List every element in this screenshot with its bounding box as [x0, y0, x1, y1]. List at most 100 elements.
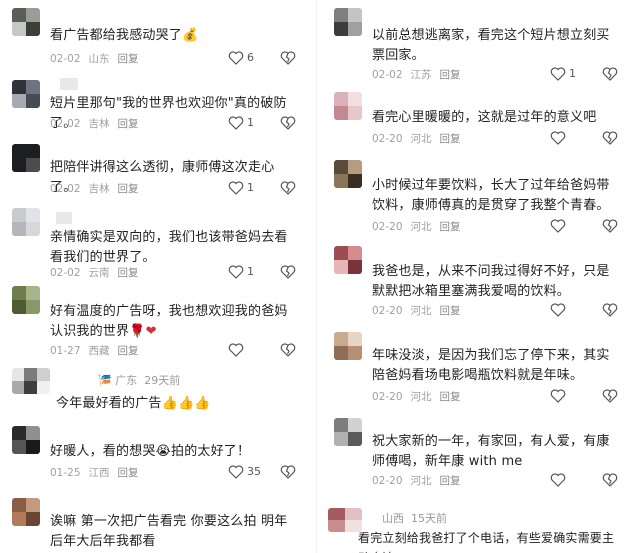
broken-heart-icon[interactable]: [280, 343, 296, 357]
avatar[interactable]: [334, 332, 362, 360]
avatar[interactable]: [12, 286, 40, 314]
reply-button[interactable]: 回复: [118, 467, 139, 479]
heart-icon: [550, 131, 566, 145]
comment-date: 02-02: [50, 118, 81, 130]
comment-location: 吉林: [88, 118, 110, 130]
comment-location: 云南: [88, 267, 110, 279]
avatar[interactable]: [12, 8, 40, 36]
like-button[interactable]: 6: [228, 51, 262, 65]
broken-heart-icon[interactable]: [280, 265, 296, 279]
comment-text: 看完立刻给我爸打了个电话，有些爱确实需要主动表达。: [358, 531, 615, 553]
rose-heart-emoji: 🌹❤: [129, 324, 157, 339]
avatar[interactable]: [12, 426, 40, 454]
username-blurred: [60, 78, 78, 90]
comment-meta: 02-20 河北 回复: [372, 304, 469, 318]
avatar[interactable]: [334, 8, 362, 36]
heart-icon: [550, 389, 566, 403]
avatar[interactable]: [12, 208, 40, 236]
comment-meta: 02-20 河北 回复: [372, 474, 469, 488]
comment-date: 02-20: [372, 305, 403, 317]
avatar[interactable]: [12, 144, 40, 172]
comment-location: 山东: [88, 53, 110, 65]
like-button[interactable]: 35: [228, 465, 262, 479]
comment-location: 河北: [410, 133, 432, 145]
like-button[interactable]: [228, 343, 262, 357]
comment-text: 看完心里暖暖的，这就是过年的意义吧: [372, 110, 597, 125]
broken-heart-icon[interactable]: [602, 303, 618, 317]
like-button[interactable]: [550, 389, 584, 403]
heart-icon: [228, 181, 244, 195]
like-button[interactable]: 1: [228, 116, 262, 130]
broken-heart-icon[interactable]: [280, 181, 296, 195]
reply-button[interactable]: 回复: [118, 118, 139, 130]
comment-text: 好有温度的广告呀，我也想欢迎我的爸妈认识我的世界🌹❤: [50, 302, 300, 342]
reply-button[interactable]: 回复: [440, 69, 461, 81]
comment-item: 年味没淡，是因为我们忘了停下来，其实陪爸妈看场电影喝瓶饮料就是年味。 02-20…: [322, 326, 634, 412]
avatar[interactable]: [12, 368, 50, 394]
comment-date: 02-02: [50, 53, 81, 65]
comment-item: 把陪伴讲得这么透彻，康师傅这次走心了。 02-02 吉林 回复 1: [0, 140, 312, 202]
reply-button[interactable]: 回复: [118, 183, 139, 195]
broken-heart-icon[interactable]: [602, 473, 618, 487]
broken-heart-icon[interactable]: [280, 465, 296, 479]
reply-button[interactable]: 回复: [118, 53, 139, 65]
comment-actions: [550, 473, 618, 487]
like-button[interactable]: [550, 219, 584, 233]
reply-button[interactable]: 回复: [440, 221, 461, 233]
comment-meta: 01-25 江西 回复: [50, 466, 147, 480]
heart-icon: [550, 219, 566, 233]
comment-actions: [550, 219, 618, 233]
broken-heart-icon[interactable]: [602, 219, 618, 233]
comment-actions: 1: [550, 67, 618, 81]
comment-item: 诶嘛 第一次把广告看完 你要这么拍 明年后年大后年我都看: [0, 490, 312, 553]
comment-actions: [550, 131, 618, 145]
like-button[interactable]: [550, 303, 584, 317]
comment-actions: [228, 343, 296, 357]
reply-button[interactable]: 回复: [118, 345, 139, 357]
avatar[interactable]: [12, 80, 40, 108]
broken-heart-icon[interactable]: [280, 116, 296, 130]
comment-date: 01-27: [50, 345, 81, 357]
like-count: 1: [247, 265, 254, 278]
comment-meta: 02-02 吉林 回复: [50, 182, 147, 196]
comment-item: 好暖人，看的想哭😭拍的太好了！ 01-25 江西 回复 35: [0, 420, 312, 490]
like-button[interactable]: [550, 131, 584, 145]
comment-item: 短片里那句"我的世界也欢迎你"真的破防了。 02-02 吉林 回复 1: [0, 72, 312, 140]
reply-button[interactable]: 回复: [440, 475, 461, 487]
like-button[interactable]: [550, 473, 584, 487]
comment-text: 诶嘛 第一次把广告看完 你要这么拍 明年后年大后年我都看: [50, 514, 288, 549]
comment-actions: [550, 303, 618, 317]
heart-icon: [228, 465, 244, 479]
avatar[interactable]: [328, 508, 362, 532]
reply-button[interactable]: 回复: [118, 267, 139, 279]
avatar[interactable]: [12, 498, 40, 526]
avatar[interactable]: [334, 246, 362, 274]
broken-heart-icon[interactable]: [602, 131, 618, 145]
comment-date: 02-02: [50, 267, 81, 279]
broken-heart-icon[interactable]: [602, 389, 618, 403]
comment-item: 好有温度的广告呀，我也想欢迎我的爸妈认识我的世界🌹❤ 01-27 西藏 回复: [0, 284, 312, 366]
comment-actions: 6: [228, 51, 296, 65]
comment-item: 祝大家新的一年，有家回，有人爱，有康师傅喝，新年康 with me 02-20 河…: [322, 412, 634, 498]
heart-icon: [550, 473, 566, 487]
reply-button[interactable]: 回复: [440, 391, 461, 403]
avatar[interactable]: [334, 92, 362, 120]
comment-location: 河北: [410, 391, 432, 403]
comment-meta: 02-20 河北 回复: [372, 220, 469, 234]
username-blurred: [56, 212, 72, 224]
like-button[interactable]: 1: [550, 67, 584, 81]
comment-date: 02-20: [372, 221, 403, 233]
like-button[interactable]: 1: [228, 181, 262, 195]
avatar[interactable]: [334, 160, 362, 188]
like-count: 1: [247, 116, 254, 129]
reply-button[interactable]: 回复: [440, 305, 461, 317]
reply-button[interactable]: 回复: [440, 133, 461, 145]
comment-meta: 02-02 江苏 回复: [372, 68, 469, 82]
comment-meta: 02-02 吉林 回复: [50, 117, 147, 131]
comment-location: 山西: [382, 512, 404, 525]
like-button[interactable]: 1: [228, 265, 262, 279]
heart-icon: [228, 116, 244, 130]
avatar[interactable]: [334, 418, 362, 446]
broken-heart-icon[interactable]: [280, 51, 296, 65]
broken-heart-icon[interactable]: [602, 67, 618, 81]
